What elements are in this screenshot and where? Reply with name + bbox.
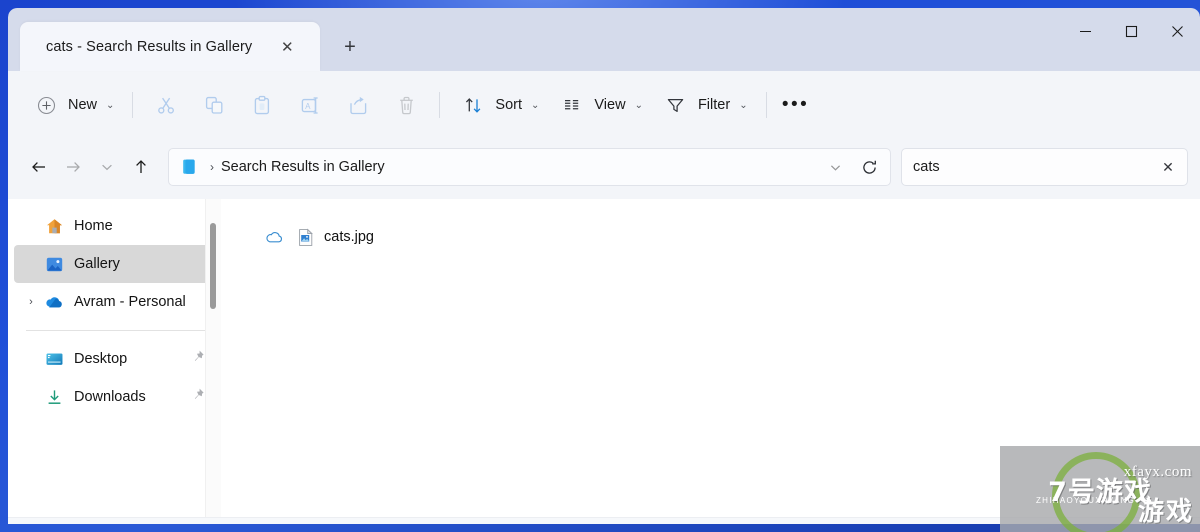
tab-title: cats - Search Results in Gallery <box>46 38 253 55</box>
address-history-chevron-icon[interactable] <box>818 150 852 184</box>
maximize-icon[interactable] <box>1108 8 1154 55</box>
expand-chevron-icon[interactable]: › <box>20 291 42 313</box>
svg-text:A: A <box>305 101 311 110</box>
trash-icon <box>391 90 421 120</box>
navigation-bar: › Search Results in Gallery cats ✕ <box>8 139 1200 199</box>
search-input[interactable]: cats <box>913 159 1153 175</box>
address-bar[interactable]: › Search Results in Gallery <box>168 148 891 186</box>
filter-button-label: Filter <box>697 97 731 113</box>
toolbar-divider-1 <box>132 92 134 118</box>
pin-icon[interactable] <box>190 349 205 369</box>
gallery-icon <box>179 156 201 178</box>
toolbar-divider-2 <box>439 92 441 118</box>
home-icon <box>42 214 66 238</box>
tab-strip: cats - Search Results in Gallery ✕ + <box>20 22 370 71</box>
cloud-online-only-icon <box>261 224 287 250</box>
close-icon[interactable] <box>1154 8 1200 55</box>
search-box[interactable]: cats ✕ <box>901 148 1188 186</box>
file-name-label: cats.jpg <box>324 229 374 245</box>
watermark-pinyin: ZHIHAOYOUXIWANG <box>1036 496 1136 505</box>
jpg-file-icon <box>294 226 316 248</box>
breadcrumb-current[interactable]: Search Results in Gallery <box>221 159 385 175</box>
paste-button[interactable] <box>238 87 286 123</box>
sidebar-item-label: Desktop <box>74 351 128 367</box>
cut-button[interactable] <box>142 87 190 123</box>
sidebar-scrollbar-thumb[interactable] <box>210 223 216 309</box>
tab-close-icon[interactable]: ✕ <box>272 32 302 62</box>
window-controls <box>1062 8 1200 55</box>
view-button-label: View <box>594 97 626 113</box>
delete-button[interactable] <box>382 87 430 123</box>
chevron-down-icon: ⌄ <box>531 99 540 111</box>
onedrive-icon <box>42 290 66 314</box>
see-more-icon[interactable]: ••• <box>776 88 816 122</box>
chevron-down-icon: ⌄ <box>634 99 643 111</box>
chevron-down-icon: ⌄ <box>106 99 115 111</box>
sidebar-item-label: Downloads <box>74 389 146 405</box>
sidebar-item-avram-personal[interactable]: › Avram - Personal <box>14 283 215 321</box>
watermark-text-cn2: 游戏 <box>1137 497 1194 527</box>
clear-search-icon[interactable]: ✕ <box>1153 152 1183 182</box>
list-item[interactable]: cats.jpg <box>261 221 374 253</box>
up-button[interactable] <box>124 150 158 184</box>
paste-icon <box>247 90 277 120</box>
sidebar-item-label: Home <box>74 218 113 234</box>
breadcrumb-separator: › <box>210 160 214 174</box>
command-bar: New ⌄ A Sort ⌄ View ⌄ Filter ⌄ ••• <box>8 71 1200 139</box>
title-bar: cats - Search Results in Gallery ✕ + <box>8 8 1200 71</box>
sort-icon <box>458 90 488 120</box>
forward-button[interactable] <box>56 150 90 184</box>
toolbar-divider-3 <box>765 92 767 118</box>
sidebar-scrollbar[interactable] <box>205 199 221 517</box>
share-button[interactable] <box>334 87 382 123</box>
minimize-icon[interactable] <box>1062 8 1108 55</box>
sidebar-item-label: Gallery <box>74 256 120 272</box>
sidebar-item-downloads[interactable]: Downloads <box>14 378 215 416</box>
copy-icon <box>199 90 229 120</box>
rename-icon: A <box>295 90 325 120</box>
watermark-url: xfayx.com <box>1123 464 1192 480</box>
new-button[interactable]: New ⌄ <box>22 87 123 123</box>
sidebar-divider <box>26 330 207 331</box>
recent-locations-button[interactable] <box>90 150 124 184</box>
sort-button-label: Sort <box>495 97 522 113</box>
desktop-icon <box>42 347 66 371</box>
back-button[interactable] <box>22 150 56 184</box>
sort-button[interactable]: Sort ⌄ <box>449 87 548 123</box>
watermark-overlay: 7号游戏 ZHIHAOYOUXIWANG xfayx.com 游戏 <box>1000 446 1200 532</box>
new-button-label: New <box>68 97 98 113</box>
address-bar-actions <box>818 150 886 184</box>
view-list-icon <box>557 90 587 120</box>
new-tab-icon[interactable]: + <box>330 29 370 65</box>
navigation-pane: Home Gallery › Avram - Personal Desktop … <box>8 199 221 517</box>
copy-button[interactable] <box>190 87 238 123</box>
share-icon <box>343 90 373 120</box>
tab-cats-search-results[interactable]: cats - Search Results in Gallery ✕ <box>20 22 320 71</box>
downloads-icon <box>42 385 66 409</box>
rename-button[interactable]: A <box>286 87 334 123</box>
filter-funnel-icon <box>661 90 691 120</box>
sidebar-item-desktop[interactable]: Desktop <box>14 340 215 378</box>
plus-circle-icon <box>31 90 61 120</box>
sidebar-item-home[interactable]: Home <box>14 207 215 245</box>
refresh-icon[interactable] <box>852 150 886 184</box>
chevron-down-icon: ⌄ <box>739 99 748 111</box>
filter-button[interactable]: Filter ⌄ <box>652 87 757 123</box>
view-button[interactable]: View ⌄ <box>548 87 652 123</box>
scissors-icon <box>151 90 181 120</box>
sidebar-item-gallery[interactable]: Gallery <box>14 245 215 283</box>
sidebar-item-label: Avram - Personal <box>74 294 186 310</box>
pin-icon[interactable] <box>190 387 205 407</box>
gallery-icon <box>42 252 66 276</box>
